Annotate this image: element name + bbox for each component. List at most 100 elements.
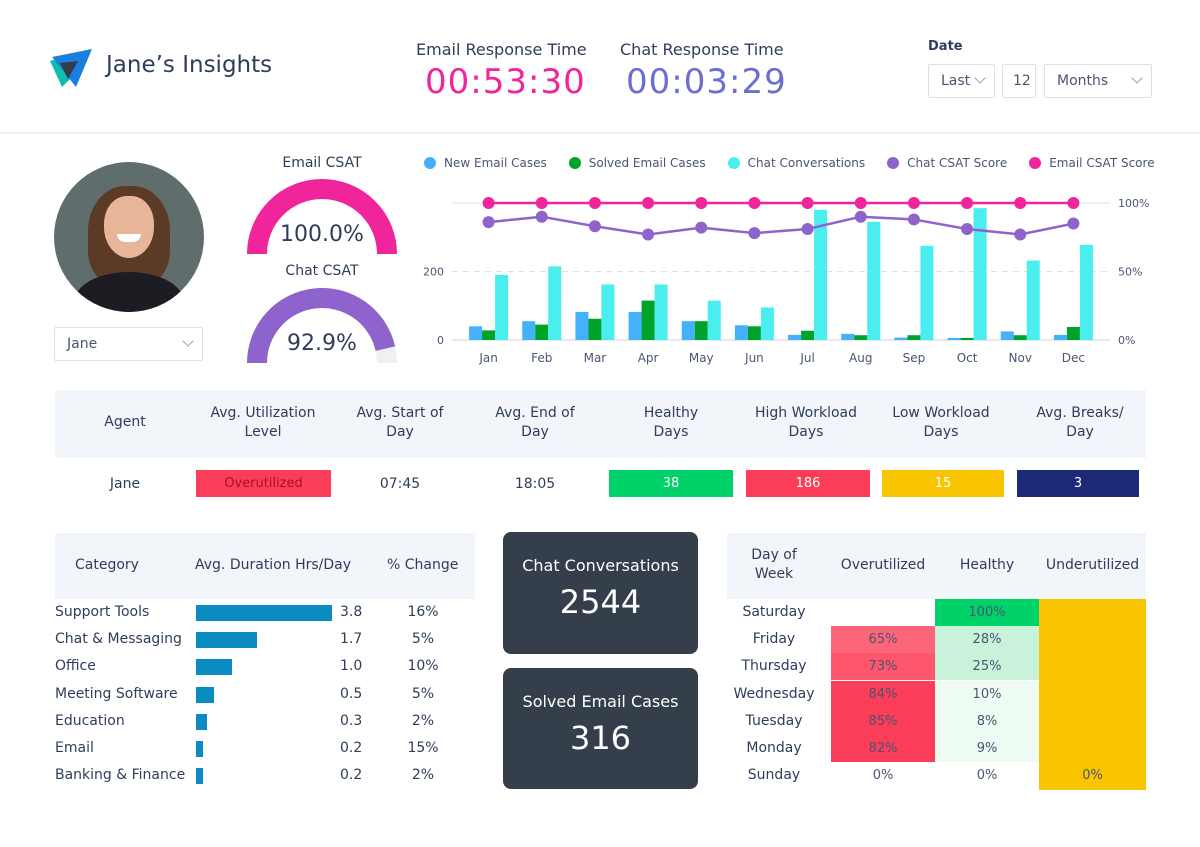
point-email-csat-score [1014,197,1027,209]
combo-chart: 0 200 0% 50% 100% Jan Feb Mar Apr May Jun Jul Aug Sep… [423,197,1149,365]
point-chat-csat-score [748,227,761,240]
bar-solved-email-cases [907,335,921,340]
change-value: 2% [411,712,435,729]
legend-chat-conversations[interactable]: Chat Conversations [727,156,865,170]
bar-chat-conversations [867,221,881,340]
count-value: 12 [1013,73,1031,89]
email-response-label: Email Response Time [416,40,587,59]
range-select-value: Last [941,73,971,89]
bar-solved-email-cases [641,300,655,340]
left-tick-label: 0 [437,334,444,347]
change-value: 2% [411,767,435,784]
underutilized-cell [1039,735,1146,763]
bar-solved-email-cases [694,321,708,340]
point-chat-csat-score [961,223,974,236]
point-email-csat-score [588,197,601,209]
bar-solved-email-cases [747,326,761,340]
col-day-of-week: Day of Week [751,547,797,582]
point-chat-csat-score [695,221,708,234]
chart-legend: New Email Cases Solved Email Cases Chat … [424,156,1155,170]
duration-bar [196,686,214,703]
change-value: 5% [411,685,435,702]
avatar-shoulders [74,272,184,312]
duration-value: 3.8 [340,604,363,620]
legend-dot [887,157,900,169]
overutilized-cell: 0% [872,768,894,784]
healthy-cell: 10% [935,680,1039,708]
chat-response-label: Chat Response Time [620,40,784,59]
legend-new-email-cases[interactable]: New Email Cases [424,156,547,170]
point-email-csat-score [642,197,655,209]
logo-icon [50,49,92,87]
bar-chat-conversations [973,208,987,340]
app-title: Jane’s Insights [106,52,273,78]
bar-solved-email-cases [960,337,974,340]
point-chat-csat-score [1014,228,1027,241]
chevron-down-icon [1131,72,1143,84]
overutilized-cell [831,599,935,626]
bar-new-email-cases [788,334,802,340]
point-chat-csat-score [482,216,495,229]
duration-bar [196,632,257,649]
unit-select[interactable]: Months [1044,64,1152,98]
legend-dot [1029,157,1042,169]
change-value: 5% [411,631,435,648]
change-value: 16% [407,604,439,620]
col-high-workload: High Workload Days [755,405,857,440]
healthy-cell: 100% [935,599,1039,626]
point-chat-csat-score [535,210,548,223]
legend-email-csat-score[interactable]: Email CSAT Score [1029,156,1155,170]
healthy-cell: 8% [935,707,1039,735]
bar-new-email-cases [947,337,961,340]
x-tick-label: Mar [584,351,607,365]
email-csat-value: 100.0% [280,222,364,247]
email-csat-title: Email CSAT [282,155,362,171]
bar-new-email-cases [734,325,748,340]
duration-bar [196,605,332,621]
duration-value: 0.2 [340,740,363,756]
range-select[interactable]: Last [928,64,995,98]
col-change: % Change [387,557,459,573]
agent-select[interactable]: Jane [54,327,203,361]
avatar [54,162,204,312]
point-email-csat-score [695,197,708,209]
chat-response-value: 00:03:29 [626,62,787,102]
legend-solved-email-cases[interactable]: Solved Email Cases [568,156,706,170]
bar-new-email-cases [628,311,642,340]
day-label: Thursday [741,658,807,675]
col-category: Category [75,557,139,573]
point-email-csat-score [961,197,974,209]
legend-chat-csat-score[interactable]: Chat CSAT Score [887,156,1007,170]
count-input[interactable]: 12 [1002,64,1036,98]
legend-label: Email CSAT Score [1049,156,1155,170]
healthy-days-badge: 38 [609,470,733,497]
healthy-cell: 28% [935,626,1039,654]
healthy-cell: 9% [935,735,1039,762]
point-email-csat-score [482,197,495,209]
kpi-solved-email-cases: Solved Email Cases 316 [503,668,698,789]
col-breaks: Avg. Breaks/ Day [1036,405,1124,440]
category-name: Education [55,712,125,729]
category-name: Email [55,740,94,756]
overutilized-cell: 73% [831,653,935,681]
col-healthy-pct: Healthy [959,557,1015,573]
bar-solved-email-cases [588,318,602,340]
x-tick-label: Sep [903,351,926,365]
point-email-csat-score [1067,197,1080,209]
low-workload-badge: 15 [882,470,1004,497]
point-chat-csat-score [588,220,601,233]
col-agent: Agent [104,414,146,430]
point-chat-csat-score [907,213,920,226]
duration-bar [196,659,232,676]
right-tick-label: 0% [1118,334,1135,347]
bar-new-email-cases [841,333,855,340]
x-tick-label: Jun [744,351,764,365]
col-overutilized: Overutilized [840,557,926,573]
x-tick-label: Aug [849,351,872,365]
high-workload-badge: 186 [746,470,870,497]
utilization-badge: Overutilized [196,470,331,497]
underutilized-cell [1039,599,1146,627]
chevron-down-icon [182,335,194,347]
kpi-value: 2544 [559,583,642,621]
category-name: Support Tools [55,604,150,620]
